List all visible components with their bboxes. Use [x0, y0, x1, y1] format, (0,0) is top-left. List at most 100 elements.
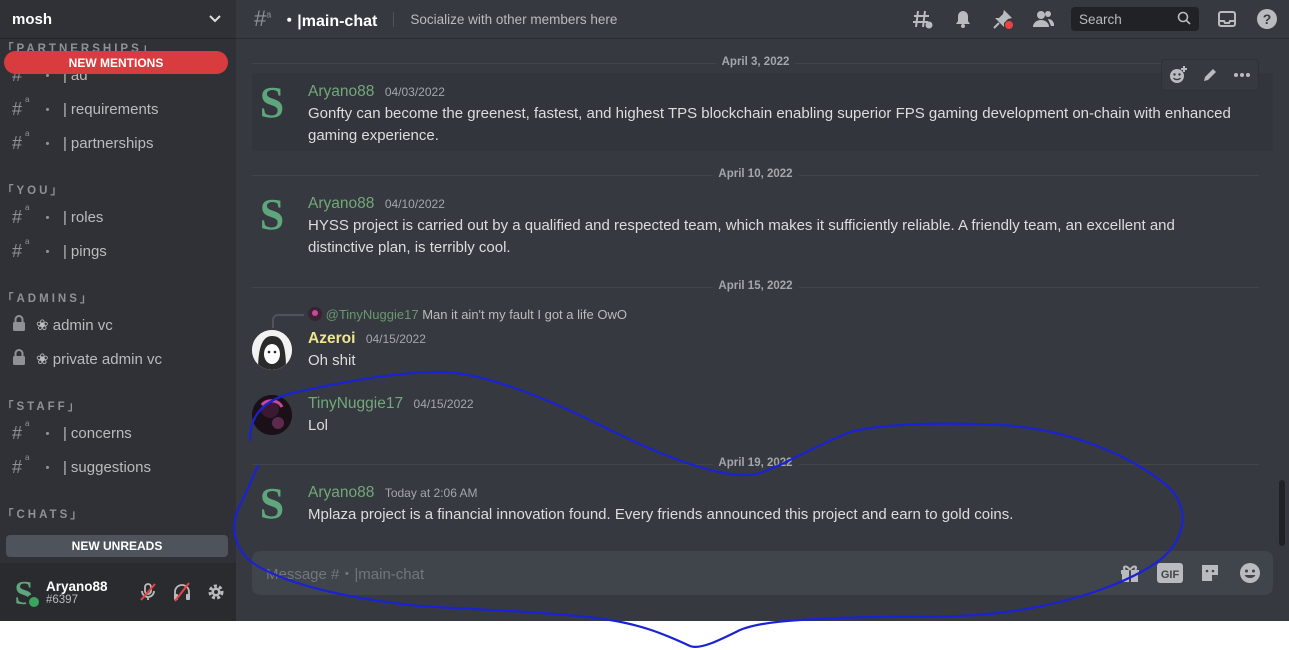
category-staff[interactable]: 「STAFF」 [2, 398, 82, 414]
svg-text:GIF: GIF [1161, 569, 1180, 581]
svg-text:?: ? [1263, 11, 1272, 27]
more-options-icon[interactable] [1228, 62, 1256, 88]
hash-icon: #a [12, 418, 30, 443]
deafen-headphones-icon[interactable] [170, 580, 194, 604]
pin-icon[interactable] [991, 7, 1015, 31]
message-timestamp: 04/10/2022 [384, 197, 445, 211]
channel-topic[interactable]: Socialize with other members here [393, 11, 617, 27]
members-icon[interactable] [1031, 7, 1055, 31]
anime-avatar-icon [252, 330, 292, 370]
voice-channel-admin-vc[interactable]: ❀ admin vc [12, 310, 228, 340]
channel-concerns[interactable]: # a ・ | concerns [12, 418, 228, 448]
chat-area: #a ・|main-chat Socialize with other memb… [236, 0, 1289, 621]
message-timestamp: 04/15/2022 [413, 397, 474, 411]
hash-icon: #a [12, 128, 30, 153]
reply-avatar-icon [308, 307, 322, 321]
channel-partnerships[interactable]: # a ・ | partnerships [12, 128, 228, 158]
hash-icon: #a [12, 452, 30, 477]
message-timestamp: 04/15/2022 [365, 332, 426, 346]
user-info[interactable]: Aryano88 #6397 [46, 579, 108, 606]
message-list: April 3, 2022 S Aryano88 04/03/2022 Gonf… [236, 38, 1289, 551]
username: Aryano88 [46, 578, 108, 594]
hash-icon: #a [12, 202, 30, 227]
server-header[interactable]: mosh [0, 0, 236, 38]
channel-sidebar: mosh 「PARTNERSHIPS」 #a ・ | ad #a ・ | req… [0, 0, 236, 621]
author-avatar[interactable]: S [252, 81, 292, 125]
message-item[interactable]: S Aryano88 Today at 2:06 AM Mplaza proje… [252, 474, 1273, 532]
edit-pencil-icon[interactable] [1196, 62, 1224, 88]
sticker-icon[interactable] [1197, 560, 1223, 586]
author-avatar[interactable] [252, 330, 292, 370]
date-divider: April 15, 2022 [252, 280, 1259, 292]
message-text: Mplaza project is a financial innovation… [308, 506, 1014, 523]
message-hover-toolbar [1161, 59, 1259, 91]
reply-connector [272, 314, 304, 328]
lock-icon [12, 315, 36, 335]
message-timestamp: Today at 2:06 AM [384, 486, 478, 500]
user-panel: S Aryano88 #6397 [0, 563, 236, 621]
author-avatar[interactable]: S [252, 193, 292, 237]
add-reaction-icon[interactable] [1164, 62, 1192, 88]
message-item[interactable]: S Aryano88 04/03/2022 Gonfty can become … [252, 59, 1273, 151]
message-item[interactable]: S Aryano88 04/10/2022 HYSS project is ca… [252, 185, 1273, 263]
channel-pings[interactable]: # a ・ | pings [12, 236, 228, 266]
bell-icon[interactable] [951, 7, 975, 31]
channel-requirements[interactable]: # a ・ | requirements [12, 94, 228, 124]
user-tag: #6397 [46, 593, 78, 606]
reply-author: @TinyNuggie17 [325, 307, 419, 322]
message-author[interactable]: TinyNuggie17 [308, 395, 403, 412]
dark-anime-avatar-icon [252, 395, 292, 435]
message-author[interactable]: Aryano88 [308, 83, 374, 100]
threads-icon[interactable] [911, 7, 935, 31]
voice-channel-private-admin-vc[interactable]: ❀ private admin vc [12, 344, 228, 374]
category-you[interactable]: 「YOU」 [2, 182, 65, 198]
date-divider: April 19, 2022 [252, 457, 1259, 469]
channel-hash-icon: #a [254, 6, 272, 31]
message-input[interactable]: Message #・|main-chat GIF [252, 551, 1273, 595]
help-icon[interactable]: ? [1255, 7, 1279, 31]
online-status-dot [26, 594, 42, 610]
channel-suggestions[interactable]: # a ・ | suggestions [12, 452, 228, 482]
lock-icon [12, 349, 36, 369]
message-item[interactable]: @TinyNuggie17 Man it ain't my fault I go… [252, 300, 1273, 376]
discord-window: mosh 「PARTNERSHIPS」 #a ・ | ad #a ・ | req… [0, 0, 1289, 621]
hash-icon: #a [12, 94, 30, 119]
author-avatar[interactable] [252, 395, 292, 435]
date-divider: April 3, 2022 [252, 56, 1259, 68]
gift-icon[interactable] [1117, 560, 1143, 586]
message-text: Gonfty can become the greenest, fastest,… [308, 105, 1231, 144]
scrollbar-thumb[interactable] [1279, 480, 1285, 546]
message-item[interactable]: TinyNuggie17 04/15/2022 Lol [252, 390, 1273, 442]
channel-title: ・|main-chat [281, 13, 378, 30]
emoji-picker-icon[interactable] [1237, 560, 1263, 586]
channel-roles[interactable]: # a ・ | roles [12, 202, 228, 232]
hash-icon: #a [12, 236, 30, 261]
user-avatar[interactable]: S [8, 575, 42, 612]
search-input[interactable]: Search [1071, 7, 1199, 31]
author-avatar[interactable]: S [252, 482, 292, 526]
category-chats[interactable]: 「CHATS」 [2, 506, 85, 522]
new-mentions-pill[interactable]: NEW MENTIONS [4, 51, 228, 74]
message-text: Oh shit [308, 352, 356, 369]
date-divider: April 10, 2022 [252, 168, 1259, 180]
server-name: mosh [12, 10, 53, 28]
reply-text: Man it ain't my fault I got a life OwO [422, 307, 627, 322]
message-text: HYSS project is carried out by a qualifi… [308, 217, 1175, 256]
message-author[interactable]: Aryano88 [308, 195, 374, 212]
message-timestamp: 04/03/2022 [384, 85, 445, 99]
message-author[interactable]: Azeroi [308, 330, 355, 347]
message-text: Lol [308, 417, 329, 434]
search-placeholder: Search [1079, 11, 1122, 27]
category-admins[interactable]: 「ADMINS」 [2, 290, 94, 306]
channel-list: 「PARTNERSHIPS」 #a ・ | ad #a ・ | requirem… [0, 38, 236, 563]
gear-icon[interactable] [204, 580, 228, 604]
mute-microphone-icon[interactable] [136, 580, 160, 604]
message-author[interactable]: Aryano88 [308, 484, 374, 501]
gif-icon[interactable]: GIF [1157, 560, 1183, 586]
inbox-icon[interactable] [1215, 7, 1239, 31]
search-icon [1177, 11, 1191, 28]
reply-preview[interactable]: @TinyNuggie17 Man it ain't my fault I go… [308, 307, 627, 322]
chevron-down-icon[interactable] [208, 12, 222, 27]
message-input-placeholder: Message #・|main-chat [266, 565, 425, 583]
new-unreads-pill[interactable]: NEW UNREADS [6, 535, 228, 557]
